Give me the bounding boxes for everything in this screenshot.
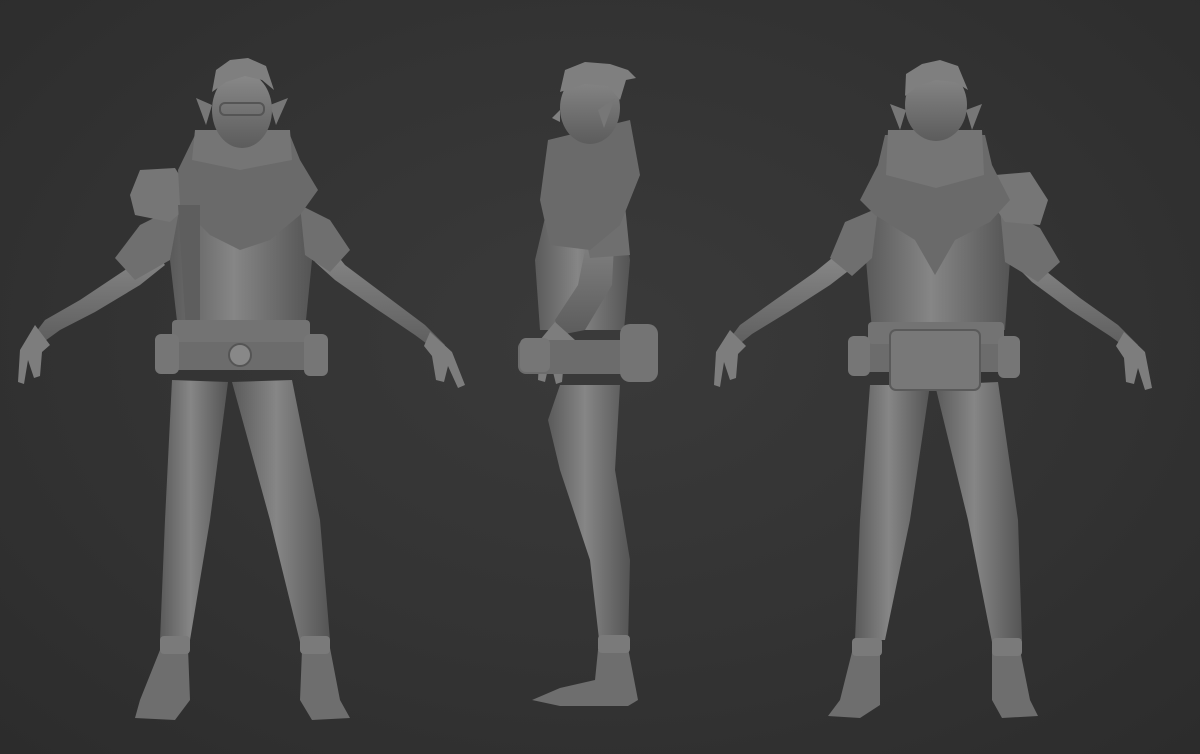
back-right-hand [1116,332,1152,390]
back-left-leg [855,385,930,640]
side-nose [552,110,560,122]
front-right-leg [232,380,330,642]
back-belt-pouch [889,329,981,391]
front-belt-buckle [228,343,252,367]
sculpt-viewport [0,0,1200,754]
side-view-figure [518,62,658,706]
side-belt-pouch-front [520,338,550,372]
front-ear-right [270,98,288,125]
front-right-cuff [300,636,330,654]
front-left-cuff [160,636,190,654]
side-cuff [598,635,630,653]
side-belt-pouch-back [620,324,658,382]
back-right-pouch [998,336,1020,378]
front-left-shoe [135,648,190,720]
turnaround-canvas [18,58,1152,720]
side-leg [548,385,630,648]
front-ear-left [196,98,212,125]
front-left-leg [160,380,228,640]
back-right-leg [935,382,1022,642]
back-left-cuff [852,638,882,656]
back-ear-right [966,104,982,130]
front-belt-band [172,320,310,342]
back-left-shoe [828,650,880,718]
front-right-pouch [304,334,328,376]
front-view-figure [18,58,465,720]
back-left-arm [725,250,856,350]
front-left-pouch [155,334,179,374]
back-ear-left [890,104,906,130]
side-shoe [532,648,638,706]
back-right-cuff [992,638,1022,656]
back-right-shoe [992,650,1038,718]
back-view-figure [714,60,1152,718]
back-left-pouch [848,336,870,376]
front-right-hand [424,332,465,388]
front-right-shoe [300,648,350,720]
